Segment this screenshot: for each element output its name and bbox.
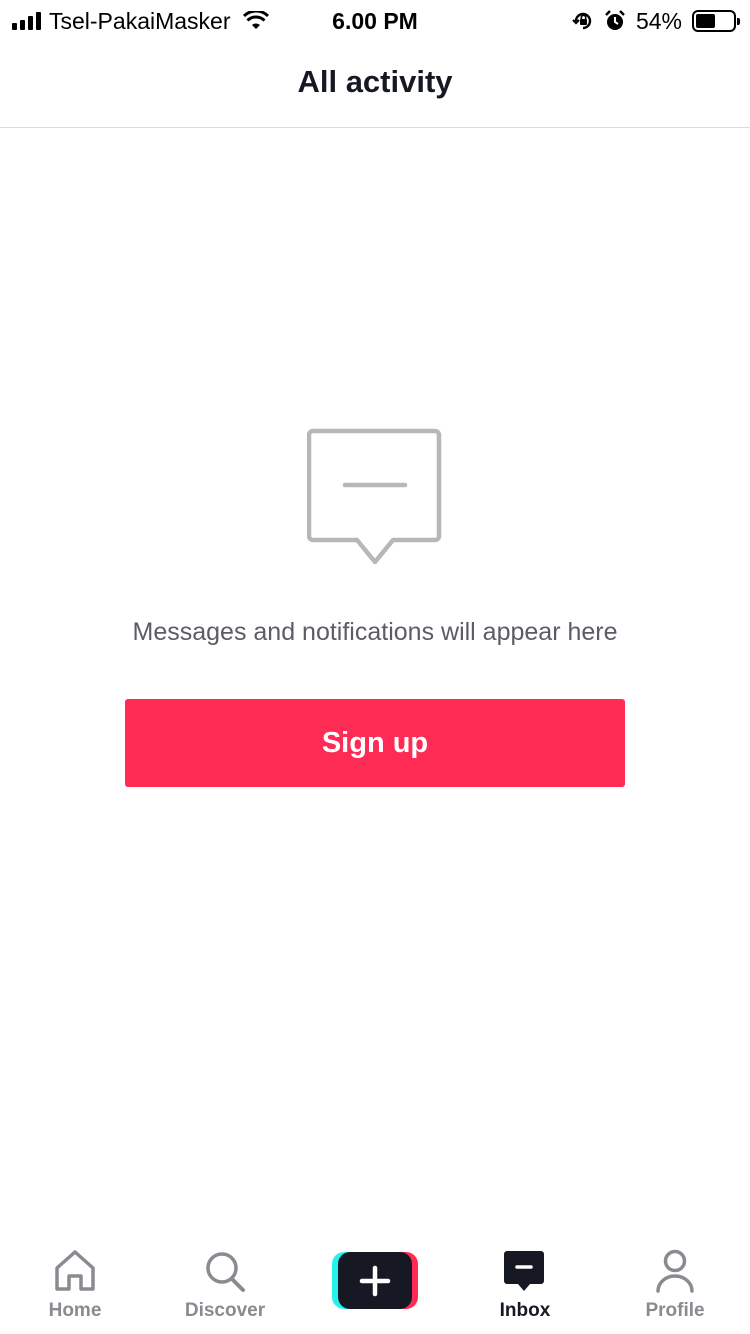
page-title: All activity [297, 64, 453, 99]
person-icon [656, 1249, 694, 1293]
tab-label-profile: Profile [645, 1300, 705, 1321]
message-bubble-icon [307, 428, 442, 565]
tab-bar: Home Discover Inbox Profile [0, 1230, 750, 1334]
sign-up-button[interactable]: Sign up [125, 699, 625, 787]
tab-label-inbox: Inbox [499, 1300, 551, 1321]
inbox-icon [504, 1251, 544, 1291]
battery-icon [692, 10, 740, 32]
empty-state-message: Messages and notifications will appear h… [132, 618, 618, 646]
tab-profile[interactable]: Profile [600, 1248, 750, 1334]
tab-home[interactable]: Home [0, 1248, 150, 1334]
battery-percentage: 54% [635, 8, 682, 34]
status-right: 54% [572, 8, 740, 34]
create-video-button[interactable] [332, 1252, 418, 1309]
screen: Tsel-PakaiMasker 6.00 PM 54% All activit… [0, 0, 750, 1334]
tab-label-home: Home [48, 1300, 102, 1321]
search-icon [206, 1252, 245, 1292]
tab-discover[interactable]: Discover [150, 1248, 300, 1334]
alarm-icon [605, 10, 625, 30]
header: All activity [0, 42, 750, 128]
tab-label-discover: Discover [184, 1300, 266, 1321]
plus-icon [359, 1265, 391, 1297]
status-bar: Tsel-PakaiMasker 6.00 PM 54% [0, 0, 750, 42]
tab-inbox[interactable]: Inbox [450, 1248, 600, 1334]
home-icon [55, 1250, 95, 1291]
orientation-lock-icon [572, 12, 592, 30]
